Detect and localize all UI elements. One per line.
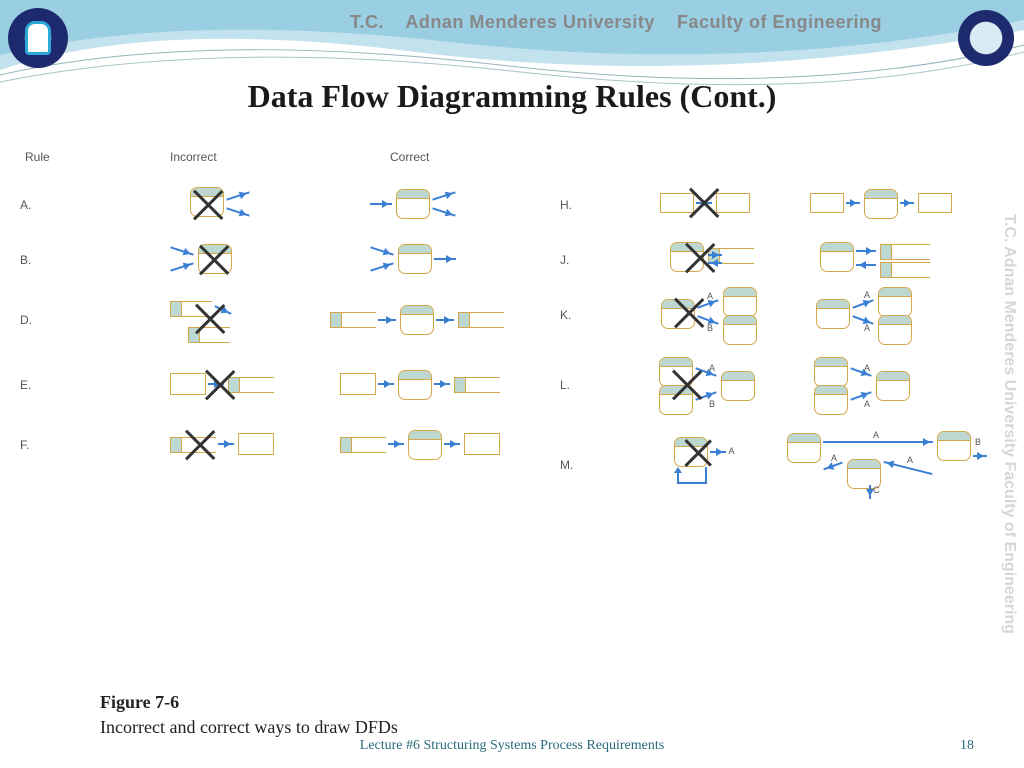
rule-l-label: L. <box>560 378 600 392</box>
rule-b-label: B. <box>20 253 60 267</box>
rule-j-label: J. <box>560 253 600 267</box>
rule-f-label: F. <box>20 438 60 452</box>
footer-text: Lecture #6 Structuring Systems Process R… <box>0 738 1024 754</box>
rule-k-label: K. <box>560 308 600 322</box>
figure-caption: Figure 7-6 Incorrect and correct ways to… <box>100 690 398 740</box>
rule-b-correct <box>370 240 510 280</box>
rule-f-incorrect <box>170 425 310 465</box>
rule-e-incorrect <box>170 365 310 405</box>
header-tc: T.C. <box>350 12 384 32</box>
rule-f: F. <box>20 420 560 470</box>
rule-l: L. A B A A <box>560 360 1000 410</box>
page-number: 18 <box>960 738 974 754</box>
rule-h: H. <box>560 180 1000 230</box>
rule-h-label: H. <box>560 198 600 212</box>
figure-text: Incorrect and correct ways to draw DFDs <box>100 717 398 737</box>
rule-b-incorrect <box>170 240 290 280</box>
header-faculty: Faculty of Engineering <box>677 12 882 32</box>
diagram-content: Rule Incorrect Correct A. B. <box>20 150 974 708</box>
rule-k-correct: A A <box>810 287 960 343</box>
rule-d-incorrect <box>170 295 290 345</box>
rule-e-correct <box>340 365 540 405</box>
rule-m-incorrect: A <box>664 435 773 495</box>
col-rule: Rule <box>25 150 50 164</box>
rule-b: B. <box>20 235 560 285</box>
rule-a-correct <box>370 185 510 225</box>
header-university: Adnan Menderes University <box>405 12 655 32</box>
rule-l-incorrect: A B <box>655 357 795 413</box>
faculty-logo-right <box>958 10 1014 66</box>
rule-e-label: E. <box>20 378 60 392</box>
rule-d-label: D. <box>20 313 60 327</box>
col-correct: Correct <box>390 150 429 164</box>
rule-k-incorrect: A B <box>655 287 795 343</box>
rule-l-correct: A A <box>810 357 960 413</box>
rule-m: M. A A B A A C <box>560 430 1000 500</box>
rule-j-incorrect <box>660 240 790 280</box>
rule-f-correct <box>340 425 540 465</box>
rule-d: D. <box>20 295 560 345</box>
rule-a: A. <box>20 180 560 230</box>
rule-j-correct <box>810 240 970 280</box>
rule-a-incorrect <box>170 185 290 225</box>
slide-title: Data Flow Diagramming Rules (Cont.) <box>0 78 1024 115</box>
rule-e: E. <box>20 360 560 410</box>
university-logo-left <box>8 8 68 68</box>
rule-m-correct: A B A A C <box>783 431 1000 499</box>
rule-d-correct <box>330 300 530 340</box>
rule-h-incorrect <box>660 185 790 225</box>
rule-a-label: A. <box>20 198 60 212</box>
rule-k: K. A B A A <box>560 290 1000 340</box>
header-text: T.C. Adnan Menderes University Faculty o… <box>350 12 882 33</box>
rule-j: J. <box>560 235 1000 285</box>
rule-h-correct <box>810 185 990 225</box>
col-incorrect: Incorrect <box>170 150 217 164</box>
rule-m-label: M. <box>560 458 599 472</box>
figure-number: Figure 7-6 <box>100 692 179 712</box>
